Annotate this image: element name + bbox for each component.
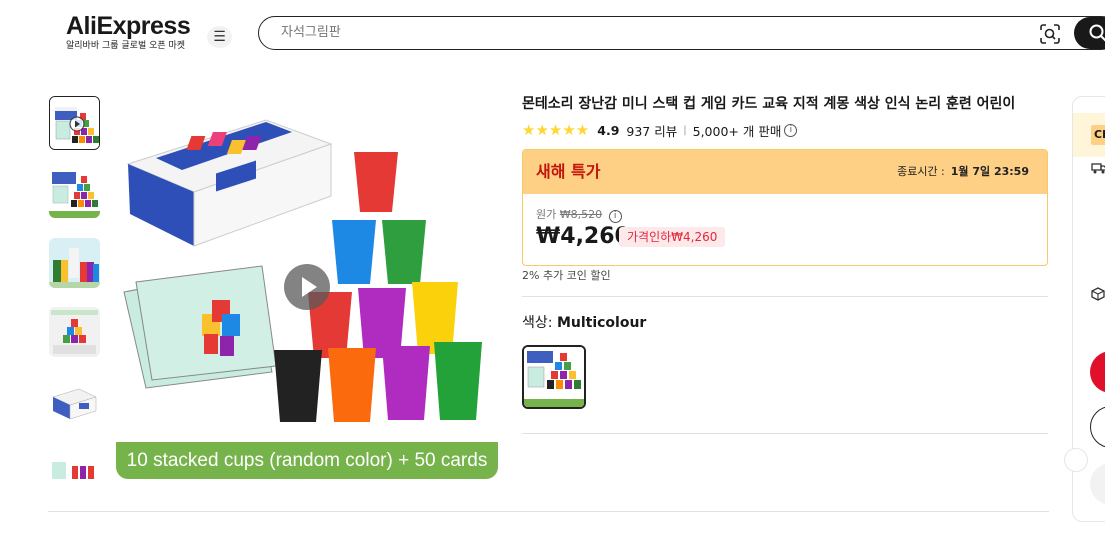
rating-value: 4.9: [597, 122, 620, 138]
color-label-key: 색상:: [522, 315, 553, 331]
wishlist-button[interactable]: [1090, 463, 1105, 505]
buy-now-button[interactable]: [1090, 351, 1105, 393]
truck-icon: [1091, 163, 1105, 174]
search-button[interactable]: [1074, 17, 1105, 49]
gallery-thumbnail[interactable]: [49, 96, 100, 150]
rating-row: ★★★★★ 4.9 937 리뷰 | 5,000+ 개 판매 i: [522, 121, 798, 140]
original-price-row: 원가 ₩8,520 i: [536, 206, 622, 223]
gallery-thumbnail[interactable]: [49, 375, 100, 425]
color-label: 색상: Multicolour: [522, 312, 646, 332]
gallery-thumbnail[interactable]: [49, 238, 100, 288]
panel-badge: Ch: [1091, 125, 1105, 145]
original-price: ₩8,520: [559, 208, 603, 221]
thumbnail-image: [49, 307, 100, 357]
scroll-arrow-button[interactable]: [1064, 448, 1088, 472]
logo-subtitle: 알리바바 그룹 글로벌 오픈 마켓: [66, 41, 186, 51]
product-title: 몬테소리 장난감 미니 스택 컵 게임 카드 교육 지적 계몽 색상 인식 논리…: [522, 96, 1016, 112]
sold-count: 5,000+ 개 판매: [692, 123, 782, 139]
coin-discount: 2% 추가 코인 할인: [522, 269, 611, 282]
color-value: Multicolour: [556, 315, 647, 331]
package-icon: [1091, 287, 1105, 301]
price-drop-badge: 가격인하₩4,260: [619, 227, 726, 247]
menu-icon[interactable]: ☰: [207, 26, 232, 48]
deal-header: 새해 특가 종료시간 : 1월 7일 23:59: [523, 150, 1047, 194]
search-icon: [1089, 24, 1105, 42]
play-icon[interactable]: [284, 264, 330, 310]
logo-text: AliExpress: [66, 12, 191, 40]
search-input[interactable]: [281, 17, 881, 48]
sale-price: ₩4,260: [536, 224, 630, 249]
main-product-image[interactable]: 10 stacked cups (random color) + 50 card…: [116, 96, 498, 479]
star-rating-icon: ★★★★★: [522, 121, 590, 139]
thumbnail-image: [49, 168, 100, 218]
search-bar[interactable]: [258, 16, 1105, 50]
deal-end-value: 1월 7일 23:59: [950, 165, 1029, 178]
aliexpress-logo[interactable]: AliExpress 알리바바 그룹 글로벌 오픈 마켓: [66, 12, 196, 54]
variant-image: [524, 347, 584, 407]
thumbnail-image: [49, 375, 100, 425]
deal-end-label: 종료시간 :: [897, 165, 945, 178]
image-search-icon[interactable]: [1039, 23, 1061, 45]
original-price-label: 원가: [536, 208, 557, 221]
thumbnail-image: [49, 238, 100, 288]
separator: |: [683, 124, 687, 136]
divider: [522, 296, 1048, 297]
add-to-cart-button[interactable]: [1090, 406, 1105, 448]
thumbnail-image: [50, 97, 99, 149]
gallery-thumbnail[interactable]: [49, 307, 100, 357]
gallery-thumbnail[interactable]: [49, 444, 100, 479]
divider: [48, 511, 1049, 512]
gallery-thumbnail[interactable]: [49, 168, 100, 218]
thumbnail-image: [49, 444, 100, 479]
review-count[interactable]: 937 리뷰: [626, 121, 677, 140]
deal-card: 새해 특가 종료시간 : 1월 7일 23:59 원가 ₩8,520 i ₩4,2…: [522, 149, 1048, 266]
deal-end-time: 종료시간 : 1월 7일 23:59: [897, 150, 1029, 194]
info-icon[interactable]: i: [784, 123, 798, 137]
color-option-multicolour[interactable]: [522, 345, 586, 409]
deal-title: 새해 특가: [536, 162, 601, 181]
image-caption: 10 stacked cups (random color) + 50 card…: [116, 442, 498, 479]
divider: [522, 433, 1048, 434]
